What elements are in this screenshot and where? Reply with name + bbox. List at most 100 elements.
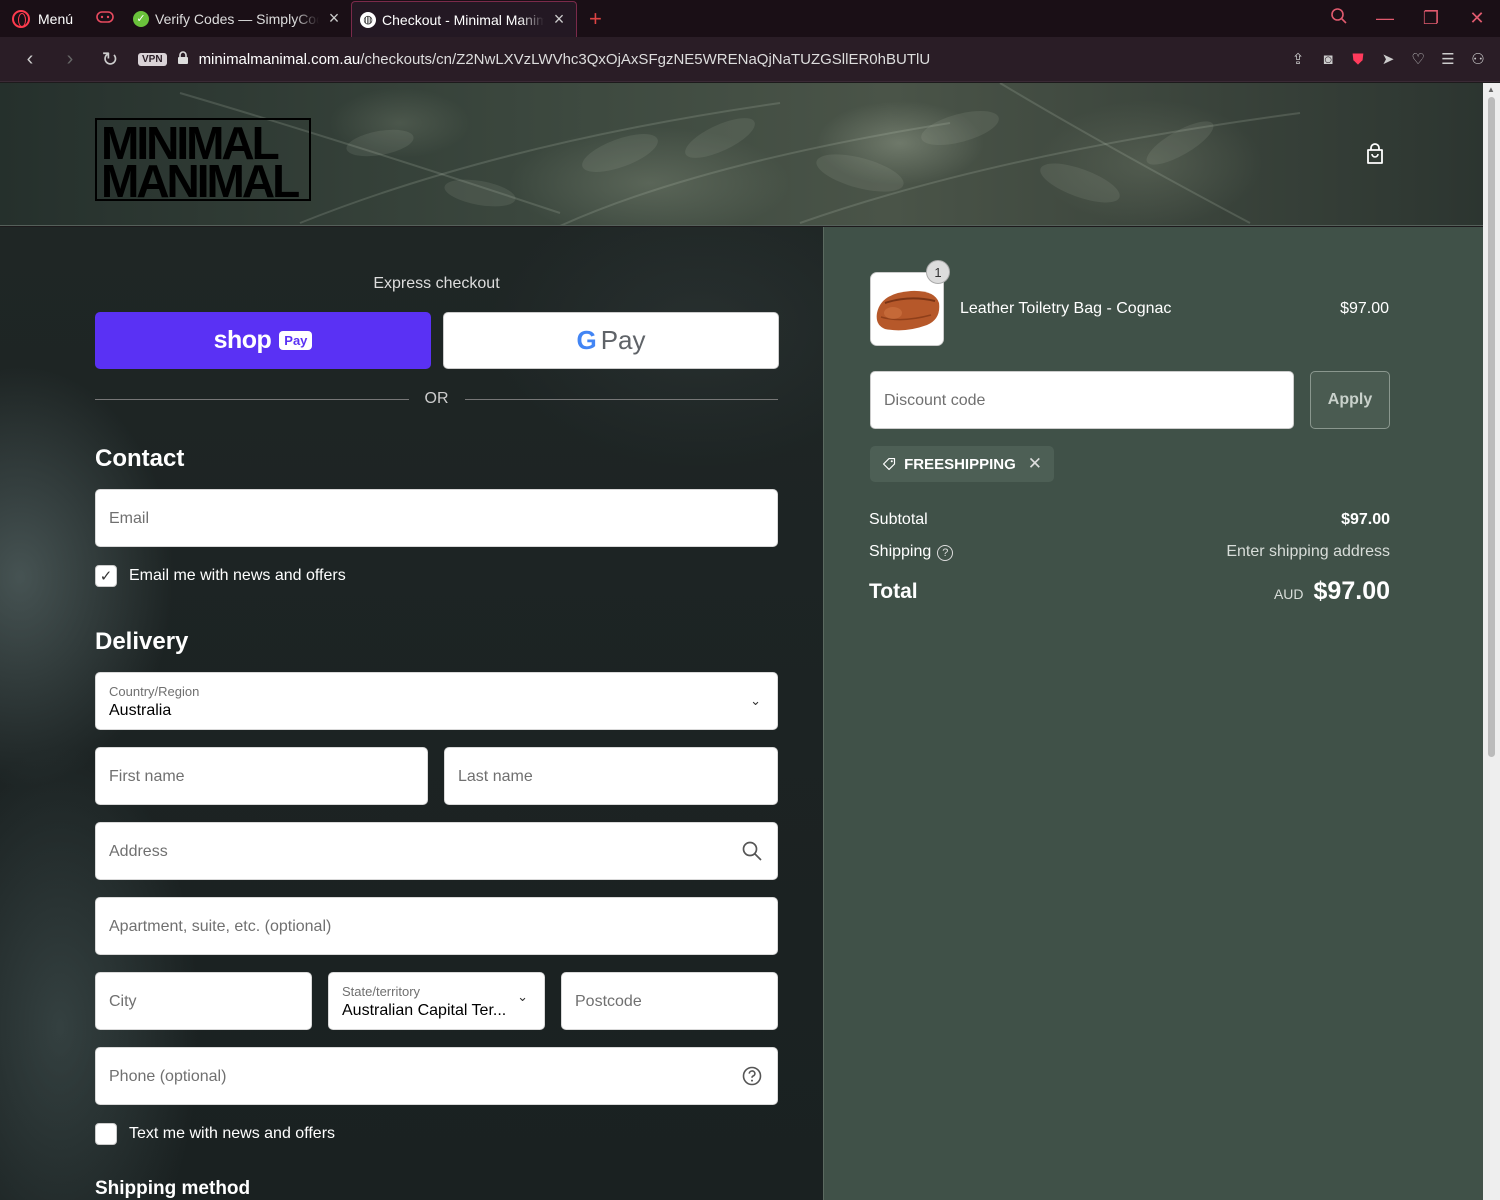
url-path: /checkouts/cn/Z2NwLXVzLWVhc3QxOjAxSFgzNE… (360, 50, 931, 68)
google-pay-button[interactable]: G Pay (443, 312, 779, 369)
shipping-value: Enter shipping address (1226, 543, 1390, 560)
total-currency: AUD (1273, 586, 1304, 602)
reload-icon[interactable]: ↻ (90, 47, 130, 72)
discount-code-label: FREESHIPPING (904, 455, 1016, 473)
discount-code-field[interactable]: Discount code (870, 371, 1294, 429)
close-tab-icon[interactable]: × (550, 9, 568, 30)
last-name-field[interactable]: Last name (444, 747, 778, 805)
text-news-checkbox[interactable] (95, 1123, 117, 1145)
chevron-down-icon: ⌄ (750, 693, 761, 708)
camera-icon[interactable]: ◙ (1316, 51, 1340, 68)
back-arrow-icon[interactable]: ‹ (10, 48, 50, 71)
opera-logo-icon (12, 9, 30, 28)
shipping-method-heading: Shipping method (95, 1178, 251, 1199)
subtotal-row: Subtotal $97.00 (869, 511, 1390, 529)
city-placeholder: City (109, 993, 137, 1010)
forward-arrow-icon[interactable]: › (50, 48, 90, 71)
postcode-field[interactable]: Postcode (561, 972, 778, 1030)
total-label: Total (869, 579, 918, 603)
apply-button[interactable]: Apply (1310, 371, 1390, 429)
tab-title: Checkout - Minimal Manimal (382, 11, 545, 28)
new-tab-plus-icon[interactable]: + (577, 6, 614, 32)
country-value: Australia (109, 702, 172, 719)
tab-verify-codes[interactable]: ✓ Verify Codes — SimplyCodes × (125, 0, 351, 37)
first-name-field[interactable]: First name (95, 747, 428, 805)
address-placeholder: Address (109, 843, 168, 860)
state-select[interactable]: State/territory Australian Capital Ter..… (328, 972, 545, 1030)
text-news-label: Text me with news and offers (129, 1125, 336, 1142)
page-scrollbar[interactable]: ▲ (1483, 83, 1500, 1200)
shipping-row: Shipping? Enter shipping address (869, 543, 1390, 561)
email-news-checkbox[interactable]: ✓ (95, 565, 117, 587)
share-icon[interactable]: ⇪ (1286, 50, 1310, 68)
search-icon (742, 841, 762, 861)
scrollbar-thumb[interactable] (1488, 97, 1495, 757)
globe-favicon-icon: ◍ (360, 11, 377, 28)
delivery-heading: Delivery (95, 628, 189, 655)
shop-pay-button[interactable]: shop Pay (95, 312, 431, 369)
store-header: MINIMAL MANIMAL (0, 83, 1483, 226)
product-name: Leather Toiletry Bag - Cognac (960, 300, 1172, 317)
remove-discount-close-icon[interactable]: ✕ (1028, 454, 1042, 474)
browser-address-bar: ‹ › ↻ VPN minimalmanimal.com.au/checkout… (0, 37, 1500, 82)
quantity-badge: 1 (926, 260, 950, 284)
contact-heading: Contact (95, 445, 185, 472)
simplycodes-favicon-icon: ✓ (133, 10, 150, 27)
phone-placeholder: Phone (optional) (109, 1068, 227, 1085)
city-field[interactable]: City (95, 972, 312, 1030)
settings-sliders-icon[interactable]: ☰ (1436, 50, 1460, 68)
divider-line (464, 398, 778, 400)
text-news-option[interactable]: Text me with news and offers (95, 1123, 335, 1145)
last-name-placeholder: Last name (458, 768, 533, 785)
scroll-up-arrow-icon[interactable]: ▲ (1487, 85, 1495, 94)
apartment-field[interactable]: Apartment, suite, etc. (optional) (95, 897, 778, 955)
shop-pay-word: shop (213, 326, 272, 354)
subtotal-value: $97.00 (1341, 511, 1390, 528)
email-placeholder: Email (109, 510, 150, 527)
logo-line-2: MANIMAL (101, 155, 300, 207)
order-summary-panel: 1 Leather Toiletry Bag - Cognac $97.00 D… (823, 227, 1483, 1200)
chevron-down-icon: ⌄ (517, 989, 528, 1004)
browser-menu-label: Menú (38, 10, 74, 27)
window-controls: — ❐ ✕ (1316, 0, 1500, 37)
browser-menu-button[interactable]: Menú (0, 0, 85, 37)
address-bar-actions: ⇪ ◙ ⛊ ➤ ♡ ☰ ⚇ (1286, 50, 1490, 69)
country-select[interactable]: Country/Region Australia ⌄ (95, 672, 778, 730)
total-row: Total AUD $97.00 (869, 577, 1390, 606)
help-circle-icon[interactable] (741, 1065, 763, 1087)
shopping-bag-icon[interactable] (1364, 143, 1386, 165)
close-tab-icon[interactable]: × (325, 8, 343, 29)
send-icon[interactable]: ➤ (1376, 50, 1400, 68)
url-host: minimalmanimal.com.au (198, 50, 361, 68)
subtotal-label: Subtotal (869, 511, 928, 528)
shipping-label-group: Shipping? (869, 543, 954, 561)
store-logo[interactable]: MINIMAL MANIMAL (95, 118, 311, 207)
profile-icon[interactable]: ⚇ (1466, 50, 1490, 68)
email-field[interactable]: Email (95, 489, 778, 547)
minimize-icon[interactable]: — (1362, 8, 1408, 29)
address-field[interactable]: Address (95, 822, 778, 880)
state-value: Australian Capital Ter... (342, 1002, 507, 1019)
shield-icon[interactable]: ⛊ (1346, 51, 1370, 68)
toiletry-bag-image (871, 273, 943, 345)
url-field[interactable]: minimalmanimal.com.au/checkouts/cn/Z2NwL… (199, 51, 931, 68)
search-tabs-icon[interactable] (1316, 7, 1362, 30)
close-window-icon[interactable]: ✕ (1454, 8, 1500, 29)
checkout-form-panel: Express checkout shop Pay G Pay OR Conta… (0, 227, 823, 1200)
lock-icon[interactable] (177, 50, 189, 68)
phone-field[interactable]: Phone (optional) (95, 1047, 778, 1105)
product-price: $97.00 (1340, 300, 1389, 317)
email-news-option[interactable]: ✓ Email me with news and offers (95, 565, 346, 587)
tab-checkout[interactable]: ◍ Checkout - Minimal Manimal × (351, 1, 578, 37)
vpn-badge[interactable]: VPN (138, 52, 167, 66)
state-label: State/territory (342, 984, 421, 999)
shipping-help-icon[interactable]: ? (937, 545, 954, 561)
google-pay-word: Pay (600, 325, 646, 355)
gamepad-icon[interactable] (85, 10, 125, 27)
heart-icon[interactable]: ♡ (1406, 50, 1430, 68)
restore-window-icon[interactable]: ❐ (1408, 8, 1454, 29)
shop-pay-badge: Pay (279, 331, 313, 350)
total-value-group: AUD $97.00 (1274, 577, 1390, 606)
applied-discount-tag: FREESHIPPING ✕ (870, 446, 1054, 482)
divider-line (95, 398, 409, 400)
